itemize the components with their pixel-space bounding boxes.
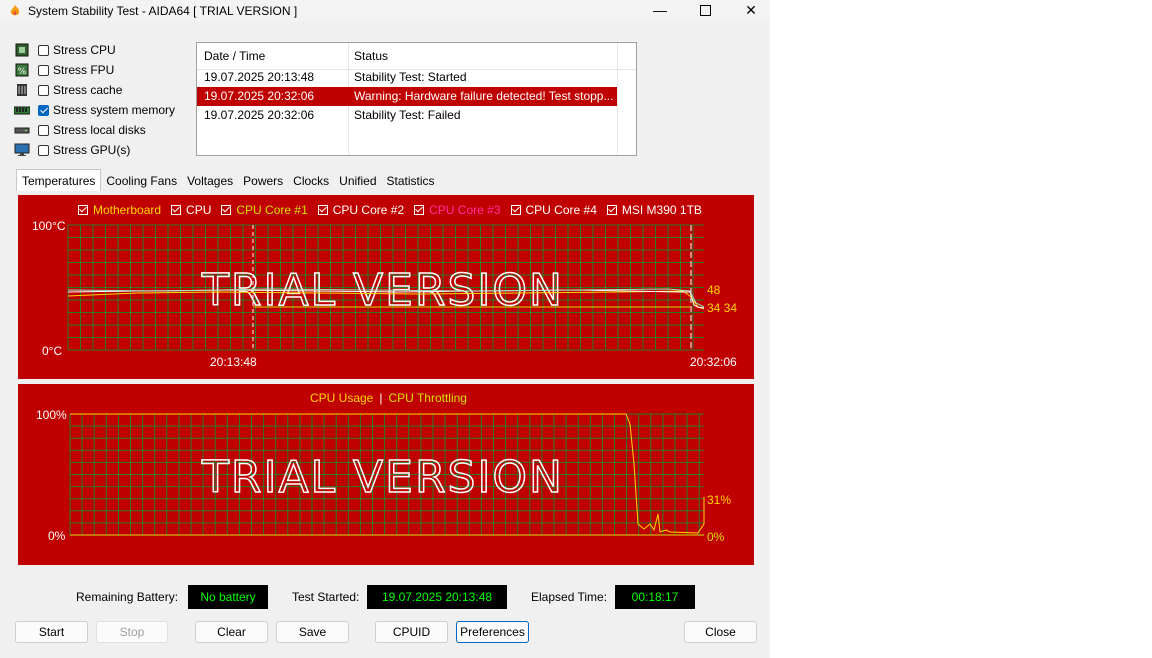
cpu-usage-graph: CPU Usage | CPU Throttling 100% 0% TRIAL…	[18, 384, 754, 565]
tab-powers[interactable]: Powers	[238, 171, 288, 191]
stress-memory-option[interactable]: Stress system memory	[14, 101, 175, 119]
fpu-percent-icon: %	[15, 63, 29, 77]
stability-test-window: System Stability Test - AIDA64 [ TRIAL V…	[0, 0, 770, 658]
title-bar: System Stability Test - AIDA64 [ TRIAL V…	[0, 0, 770, 22]
clear-button[interactable]: Clear	[195, 621, 268, 643]
stress-memory-checkbox[interactable]	[38, 104, 49, 116]
stress-gpu-option[interactable]: Stress GPU(s)	[14, 141, 130, 159]
stress-cache-option[interactable]: Stress cache	[14, 81, 122, 99]
stress-gpu-label: Stress GPU(s)	[53, 143, 131, 157]
tab-temperatures[interactable]: Temperatures	[16, 169, 102, 191]
battery-label: Remaining Battery:	[76, 590, 179, 604]
column-header-status[interactable]: Status	[354, 49, 388, 63]
column-header-datetime[interactable]: Date / Time	[204, 49, 265, 63]
svg-text:%: %	[18, 67, 27, 77]
maximize-icon	[699, 5, 711, 16]
stress-fpu-checkbox[interactable]	[38, 64, 49, 76]
log-header: Date / Time Status	[197, 43, 636, 70]
elapsed-time-label: Elapsed Time:	[531, 590, 608, 604]
log-row[interactable]: 19.07.2025 20:32:06 Stability Test: Fail…	[197, 106, 617, 125]
log-time: 19.07.2025 20:13:48	[204, 70, 315, 84]
maximize-button[interactable]	[682, 0, 728, 22]
memory-module-icon	[14, 106, 30, 115]
graph-tabs: Temperatures Cooling Fans Voltages Power…	[16, 169, 440, 191]
stress-disks-label: Stress local disks	[53, 123, 146, 137]
cache-icon	[17, 84, 27, 96]
stress-cpu-option[interactable]: Stress CPU	[14, 41, 116, 59]
test-started-value: 19.07.2025 20:13:48	[367, 585, 507, 609]
minimize-button[interactable]: —	[637, 0, 683, 22]
stress-disks-option[interactable]: Stress local disks	[14, 121, 146, 139]
cpu-chip-icon	[15, 43, 29, 57]
tab-cooling-fans[interactable]: Cooling Fans	[101, 171, 182, 191]
minimize-icon: —	[653, 2, 667, 18]
battery-value: No battery	[188, 585, 268, 609]
test-started-label: Test Started:	[292, 590, 360, 604]
save-button[interactable]: Save	[276, 621, 349, 643]
log-status: Warning: Hardware failure detected! Test…	[354, 89, 614, 103]
stress-disks-checkbox[interactable]	[38, 124, 49, 136]
cpuid-button[interactable]: CPUID	[375, 621, 448, 643]
stress-memory-label: Stress system memory	[53, 103, 176, 117]
close-button[interactable]: Close	[684, 621, 757, 643]
log-status: Stability Test: Started	[354, 70, 467, 84]
event-log-list[interactable]: Date / Time Status 19.07.2025 20:13:48 S…	[196, 42, 637, 156]
temperature-graph: Motherboard CPU CPU Core #1 CPU Core #2 …	[18, 195, 754, 379]
tab-clocks[interactable]: Clocks	[288, 171, 334, 191]
usage-plot: TRIAL VERSION	[69, 413, 705, 536]
log-status: Stability Test: Failed	[354, 108, 461, 122]
stress-fpu-option[interactable]: % Stress FPU	[14, 61, 114, 79]
stress-cpu-label: Stress CPU	[53, 43, 116, 57]
window-title: System Stability Test - AIDA64 [ TRIAL V…	[28, 4, 298, 18]
stop-button[interactable]: Stop	[96, 621, 168, 643]
elapsed-time-value: 00:18:17	[615, 585, 695, 609]
stress-cache-checkbox[interactable]	[38, 84, 49, 96]
trial-watermark: TRIAL VERSION	[201, 452, 564, 503]
close-icon: ✕	[745, 2, 757, 18]
tab-statistics[interactable]: Statistics	[382, 171, 440, 191]
start-button[interactable]: Start	[15, 621, 88, 643]
log-row-alert[interactable]: 19.07.2025 20:32:06 Warning: Hardware fa…	[197, 87, 617, 106]
log-time: 19.07.2025 20:32:06	[204, 108, 315, 122]
preferences-button[interactable]: Preferences	[456, 621, 529, 643]
log-row[interactable]: 19.07.2025 20:13:48 Stability Test: Star…	[197, 68, 617, 87]
aida64-flame-icon	[10, 5, 20, 16]
stress-fpu-label: Stress FPU	[53, 63, 115, 77]
current-usage-value: 31%	[707, 493, 732, 507]
stress-cpu-checkbox[interactable]	[38, 44, 49, 56]
tab-voltages[interactable]: Voltages	[182, 171, 238, 191]
close-window-button[interactable]: ✕	[728, 0, 774, 22]
log-time: 19.07.2025 20:32:06	[204, 89, 315, 103]
current-value-high: 48	[707, 283, 721, 297]
temperature-plot: TRIAL VERSION	[67, 224, 705, 351]
current-value-low: 34 34	[707, 301, 738, 315]
stress-cache-label: Stress cache	[53, 83, 123, 97]
current-throttle-value: 0%	[707, 530, 725, 544]
tab-unified[interactable]: Unified	[334, 171, 381, 191]
disk-icon	[14, 127, 30, 134]
monitor-icon	[14, 143, 30, 156]
stress-gpu-checkbox[interactable]	[38, 144, 49, 156]
